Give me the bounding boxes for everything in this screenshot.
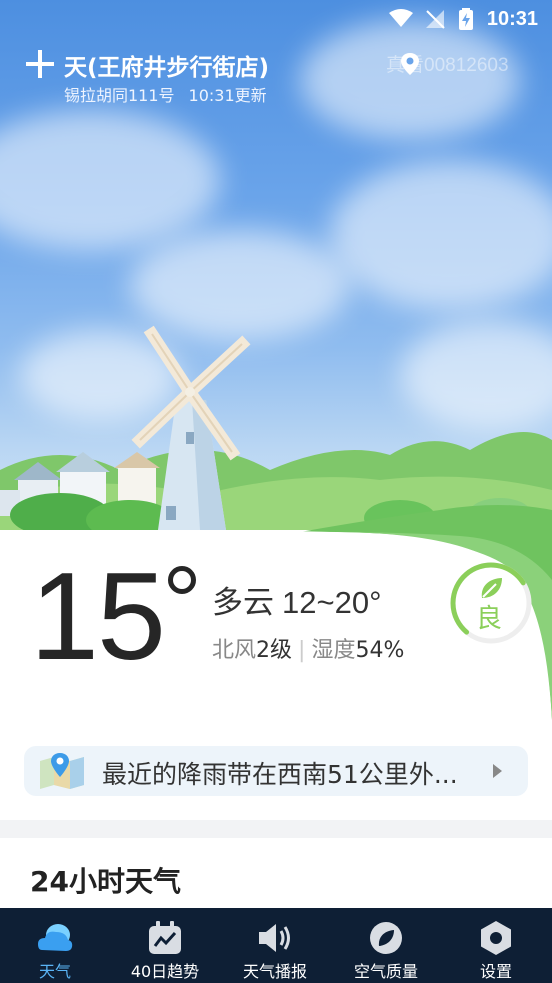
nav-label-broadcast: 天气播报 xyxy=(242,962,307,981)
no-signal-icon xyxy=(426,10,445,29)
location-pin-icon[interactable] xyxy=(398,52,422,76)
nav-tab-weather[interactable]: 天气 xyxy=(0,908,110,983)
nav-label-40day: 40日趋势 xyxy=(130,962,200,981)
temperature-range: 12~20° xyxy=(282,585,382,620)
nav-tab-air-quality[interactable]: 空气质量 xyxy=(331,908,441,983)
rain-map-icon xyxy=(40,753,84,789)
leaf-icon xyxy=(481,578,502,598)
humidity-label: 湿度 xyxy=(311,638,356,663)
detail-separator: | xyxy=(298,638,306,663)
rain-alert-banner[interactable]: 最近的降雨带在西南51公里外... xyxy=(24,746,528,796)
nav-label-weather: 天气 xyxy=(38,962,71,981)
location-subtitle: 锡拉胡同111号 10:31更新 xyxy=(64,82,281,106)
rain-alert-text: 最近的降雨带在西南51公里外... xyxy=(102,760,458,789)
hourly-section-title: 24小时天气 xyxy=(30,865,181,898)
weather-condition: 多云 12~20° xyxy=(212,577,381,622)
nav-tab-40day-trend[interactable]: 40日趋势 xyxy=(110,908,220,983)
humidity-value: 54% xyxy=(355,638,405,663)
status-time: 10:31 xyxy=(486,8,538,30)
wind-label: 北风 xyxy=(212,638,257,663)
leaf-icon xyxy=(370,922,402,954)
speaker-icon xyxy=(259,924,290,952)
trend-calendar-icon xyxy=(149,921,181,954)
wind-value: 2级 xyxy=(256,638,293,663)
nav-label-air-quality: 空气质量 xyxy=(353,962,418,981)
battery-charging-icon xyxy=(459,8,473,30)
arrow-right-icon xyxy=(493,764,502,778)
cloud-icon xyxy=(38,924,73,951)
bottom-navigation: 天气 40日趋势 天气播报 空气质量 设置 xyxy=(0,908,552,983)
nav-tab-weather-broadcast[interactable]: 天气播报 xyxy=(220,908,330,983)
current-temperature: 15 xyxy=(30,548,166,686)
weather-details: 北风2级 | 湿度54% xyxy=(212,632,404,664)
add-location-button[interactable] xyxy=(22,46,58,82)
condition-text: 多云 xyxy=(212,585,274,621)
hexagon-settings-icon xyxy=(481,921,511,955)
location-title[interactable]: 天(王府井步行街店) xyxy=(64,48,279,82)
hourly-forecast-section: 24小时天气 xyxy=(0,838,552,918)
location-address: 锡拉胡同111号 xyxy=(64,86,175,105)
nav-tab-settings[interactable]: 设置 xyxy=(441,908,551,983)
wifi-icon xyxy=(389,9,413,27)
aqi-label: 良 xyxy=(476,604,503,634)
nav-label-settings: 设置 xyxy=(479,962,512,981)
update-time: 10:31更新 xyxy=(188,86,267,105)
degree-symbol xyxy=(168,566,196,594)
status-bar: 10:31 xyxy=(0,0,552,38)
